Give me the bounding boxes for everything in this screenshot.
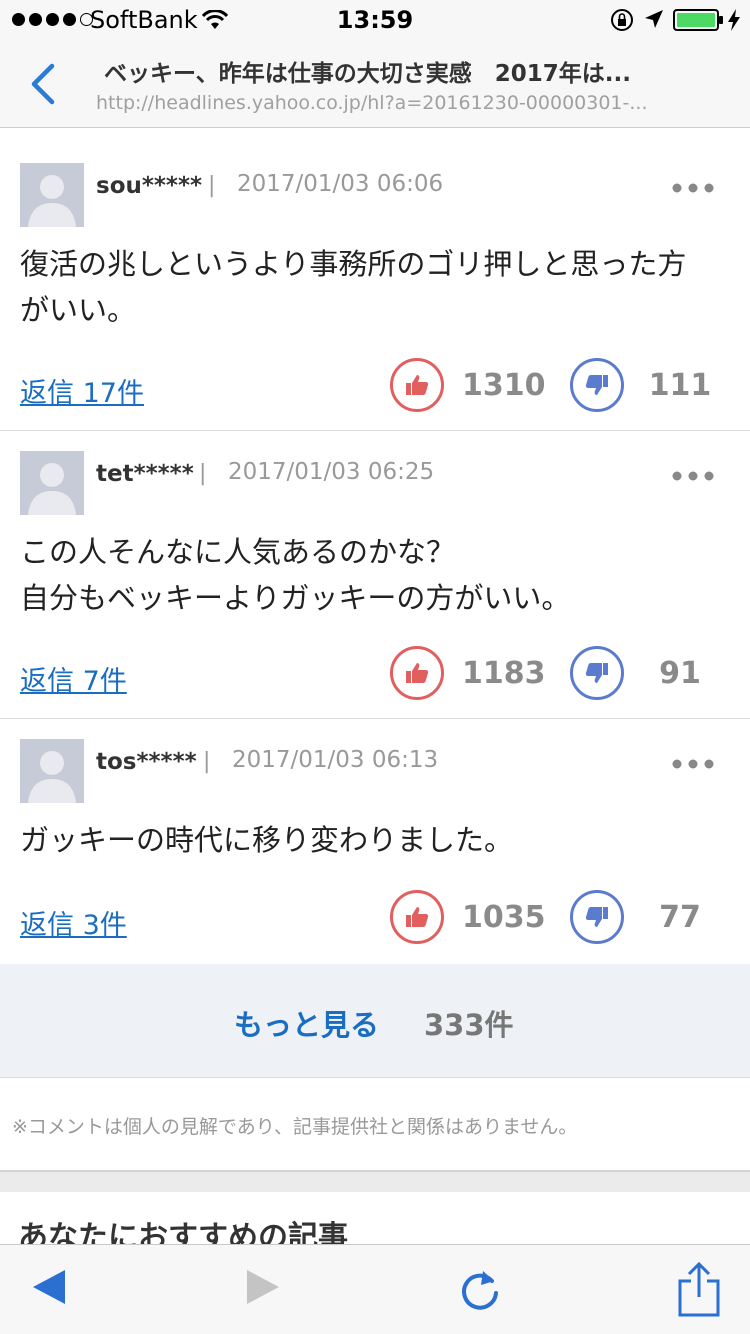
battery-icon (673, 9, 725, 35)
comment-user[interactable]: tet***** (96, 461, 194, 487)
share-icon (678, 1261, 720, 1317)
forward-nav-button[interactable] (242, 1267, 292, 1317)
avatar (20, 451, 84, 515)
comment-date: 2017/01/03 06:25 (228, 459, 435, 485)
reply-link[interactable]: 返信 17件 (20, 371, 144, 410)
comment-text: この人そんなに人気あるのかな？ 自分もベッキーよりガッキーの方がいい。 (20, 535, 571, 615)
comment-user[interactable]: sou***** (96, 173, 202, 199)
page-url[interactable]: http://headlines.yahoo.co.jp/hl?a=201612… (96, 92, 666, 114)
like-count: 1183 (462, 656, 546, 691)
rotation-lock-icon (610, 8, 634, 36)
disclaimer-text: ※コメントは個人の見解であり、記事提供社と関係はありません。 (12, 1116, 578, 1138)
avatar (20, 163, 84, 227)
thumbs-down-icon (585, 907, 608, 927)
back-nav-button[interactable] (30, 1267, 80, 1317)
charging-bolt-icon (728, 9, 740, 35)
section-divider (0, 1170, 750, 1192)
more-menu-icon[interactable] (671, 178, 715, 193)
show-more-bar[interactable]: もっと見る 333件 (0, 964, 750, 1078)
nav-header: ベッキー、昨年は仕事の大切さ実感 2017年は... http://headli… (0, 40, 750, 128)
status-bar: SoftBank 13:59 (0, 0, 750, 40)
like-button[interactable] (390, 890, 444, 944)
dislike-button[interactable] (570, 646, 624, 700)
page-title: ベッキー、昨年は仕事の大切さ実感 2017年は... (104, 61, 631, 87)
separator: | (199, 461, 207, 486)
status-time: 13:59 (336, 6, 414, 34)
location-arrow-icon (644, 9, 664, 33)
back-button[interactable] (22, 60, 62, 108)
share-button[interactable] (674, 1261, 724, 1317)
browser-toolbar (0, 1244, 750, 1334)
reply-link[interactable]: 返信 7件 (20, 659, 127, 698)
more-menu-icon[interactable] (671, 466, 715, 481)
thumbs-down-icon (585, 375, 608, 395)
comment-item: tos***** | 2017/01/03 06:13 ガッキーの時代に移り変わ… (0, 719, 750, 964)
dislike-button[interactable] (570, 890, 624, 944)
reload-button[interactable] (456, 1267, 506, 1317)
dislike-count: 111 (648, 368, 712, 403)
dislike-count: 91 (659, 656, 701, 691)
comment-item: tet***** | 2017/01/03 06:25 この人そんなに人気あるの… (0, 431, 750, 719)
comment-date: 2017/01/03 06:06 (237, 171, 444, 197)
dislike-button[interactable] (570, 358, 624, 412)
thumbs-down-icon (585, 663, 608, 683)
comment-date: 2017/01/03 06:13 (232, 747, 439, 773)
like-button[interactable] (390, 646, 444, 700)
thumbs-up-icon (406, 907, 429, 927)
comment-text: ガッキーの時代に移り変わりました。 (20, 823, 514, 857)
like-count: 1310 (462, 368, 546, 403)
reload-icon (462, 1271, 498, 1310)
comment-item: sou***** | 2017/01/03 06:06 復活の兆しというより事務… (0, 129, 750, 431)
avatar (20, 739, 84, 803)
separator: | (208, 173, 216, 198)
separator: | (203, 749, 211, 774)
like-count: 1035 (462, 900, 546, 935)
reply-link[interactable]: 返信 3件 (20, 903, 127, 942)
thumbs-up-icon (406, 663, 429, 683)
like-button[interactable] (390, 358, 444, 412)
thumbs-up-icon (406, 375, 429, 395)
chevron-left-icon (31, 63, 55, 105)
comment-user[interactable]: tos***** (96, 749, 197, 775)
more-menu-icon[interactable] (671, 754, 715, 769)
show-more-link[interactable]: もっと見る (234, 1002, 379, 1044)
dislike-count: 77 (659, 900, 701, 935)
triangle-left-icon (33, 1270, 65, 1304)
triangle-right-icon (247, 1270, 279, 1304)
comment-total-count: 333件 (424, 1008, 514, 1042)
comment-text: 復活の兆しというより事務所のゴリ押しと思った方 がいい。 (20, 247, 687, 327)
